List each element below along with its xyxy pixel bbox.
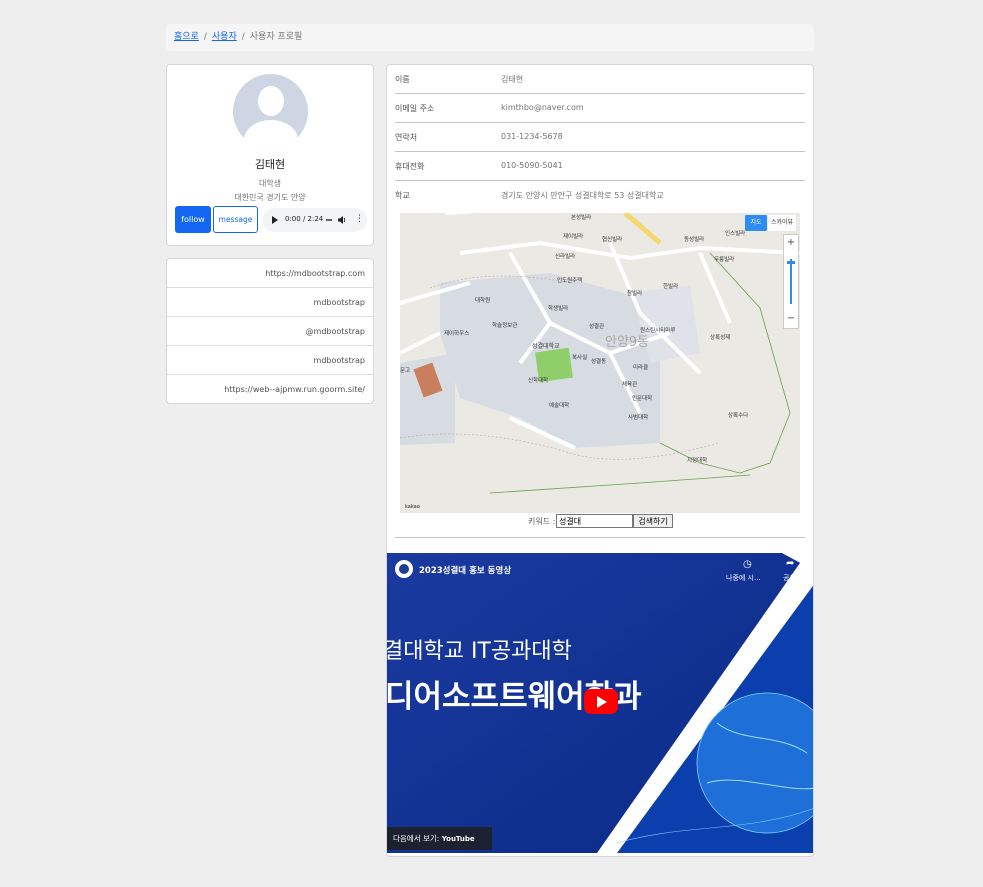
map-label: 지정대학	[687, 458, 708, 464]
map-label: 본성빌라	[571, 215, 592, 221]
watch-on-youtube-button[interactable]: 다음에서 보기: YouTube	[387, 827, 492, 850]
map-label: 상록수다	[728, 413, 749, 419]
breadcrumb-separator: /	[203, 32, 207, 42]
map-type-skyview-button[interactable]: 스카이뷰	[768, 215, 796, 231]
zoom-slider-handle[interactable]	[787, 261, 795, 264]
info-row-email: 이메일 주소 kimthbo@naver.com	[395, 94, 805, 123]
map-label: 협신빌라	[602, 237, 623, 243]
info-label: 연락처	[395, 133, 418, 142]
map-label: 성결대학교	[532, 343, 560, 350]
map-label: 인스빌라	[725, 231, 746, 237]
profile-name: 김태현	[254, 158, 286, 171]
map-label: 대학원	[475, 298, 491, 304]
breadcrumb-separator: /	[241, 32, 245, 42]
map-label: 인도원주택	[557, 278, 583, 284]
zoom-control[interactable]: + −	[783, 234, 799, 329]
map-label: 문고	[400, 368, 411, 374]
map-label: 제이빌라	[563, 234, 584, 240]
share-icon[interactable]: ➦	[786, 558, 794, 569]
more-options-icon[interactable]: ⋮	[355, 214, 364, 224]
avatar	[232, 74, 308, 149]
map-label: 학술정보관	[492, 323, 518, 329]
video-title[interactable]: 2023성결대 홍보 동영상	[419, 564, 511, 576]
info-row-school: 학교 경기도 안양시 만안구 성결대학로 53 성결대학교	[395, 181, 805, 210]
info-card: 이름 김태현 이메일 주소 kimthbo@naver.com 연락처 031-…	[386, 64, 814, 857]
map-label: 상록성제	[710, 335, 731, 341]
youtube-video[interactable]: 2023성결대 홍보 동영상 ◷ 나중에 시... ➦ 공유 결대학교 IT공과…	[387, 553, 813, 853]
map-label: 복사실	[572, 355, 588, 361]
map-label: 신라빌라	[555, 254, 576, 260]
profile-card: 김태현 대학생 대한민국 경기도 안양 follow message 0:00 …	[166, 64, 374, 246]
map-type-map-button[interactable]: 지도	[745, 215, 767, 231]
map-label: 체육관	[622, 382, 638, 388]
map-label: 제이하우스	[444, 331, 470, 337]
map-label: 안양9동	[605, 335, 650, 350]
map-label: 무릉빌라	[714, 257, 735, 263]
keyword-label: 키워드 :	[528, 517, 556, 526]
info-label: 휴대전화	[395, 162, 425, 171]
breadcrumb-current: 사용자 프로필	[249, 32, 303, 42]
keyword-input[interactable]	[556, 514, 633, 528]
info-label: 이메일 주소	[395, 104, 435, 113]
info-row-phone: 연락처 031-1234-5678	[395, 123, 805, 152]
breadcrumb-home-link[interactable]: 홈으로	[174, 32, 199, 42]
info-value: 김태현	[501, 75, 524, 84]
info-value: 010-5090-5041	[501, 161, 563, 170]
map-label: 참빌라	[627, 291, 643, 297]
map-label: 인문대학	[632, 396, 653, 402]
message-button[interactable]: message	[213, 206, 258, 233]
clock-icon[interactable]: ◷	[743, 559, 752, 570]
info-label: 이름	[395, 75, 410, 84]
channel-avatar[interactable]	[395, 560, 413, 578]
youtube-logo: YouTube	[441, 835, 475, 843]
info-row-name: 이름 김태현	[395, 65, 805, 94]
map-label: 성결관	[589, 324, 605, 330]
link-item-instagram[interactable]: mdbootstrap	[167, 346, 373, 375]
profile-location: 대한민국 경기도 안양	[234, 193, 306, 202]
audio-time: 0:00 / 2:24	[285, 215, 324, 223]
audio-player[interactable]: 0:00 / 2:24 ⋮	[263, 208, 367, 232]
search-button[interactable]: 검색하기	[633, 514, 673, 528]
profile-role: 대학생	[258, 179, 282, 188]
info-value: 경기도 안양시 만안구 성결대학로 53 성결대학교	[501, 191, 664, 200]
link-item-github[interactable]: mdbootstrap	[167, 288, 373, 317]
volume-icon[interactable]	[337, 215, 347, 225]
links-card: https://mdbootstrap.com mdbootstrap @mdb…	[166, 258, 374, 404]
link-item-website[interactable]: https://mdbootstrap.com	[167, 259, 373, 288]
link-item-facebook[interactable]: https://web--ajpmw.run.goorm.site/	[167, 375, 373, 404]
map-label: 동성빌라	[684, 237, 705, 243]
map-label: 예술대학	[549, 403, 570, 409]
share-button[interactable]: 공유	[783, 573, 796, 583]
map-label: 한빌라	[663, 284, 679, 290]
breadcrumb-users-link[interactable]: 사용자	[212, 32, 237, 42]
zoom-in-button[interactable]: +	[784, 237, 798, 248]
play-icon[interactable]	[272, 216, 278, 224]
video-text-line1: 결대학교 IT공과대학	[387, 639, 572, 664]
map-label: 학생빌라	[548, 306, 569, 312]
map-label: 사범대학	[628, 415, 649, 421]
map[interactable]: 본성빌라 제이빌라 협신빌라 신라빌라 인도원주택 대학원 제이하우스 학술정보…	[400, 213, 800, 513]
map-label: 신학대학	[528, 378, 549, 384]
audio-progress[interactable]	[326, 219, 332, 221]
map-copyright: kakao	[405, 504, 420, 510]
zoom-out-button[interactable]: −	[784, 313, 798, 324]
map-search: 키워드 : 검색하기	[387, 514, 813, 530]
map-label: 성결동	[591, 359, 607, 365]
watch-on-label: 다음에서 보기:	[393, 834, 440, 843]
info-value: kimthbo@naver.com	[501, 103, 584, 112]
divider	[395, 537, 805, 538]
breadcrumb: 홈으로 / 사용자 / 사용자 프로필	[166, 24, 814, 51]
profile-actions: follow message 0:00 / 2:24 ⋮	[175, 206, 367, 234]
info-row-mobile: 휴대전화 010-5090-5041	[395, 152, 805, 181]
info-value: 031-1234-5678	[501, 132, 563, 141]
link-item-twitter[interactable]: @mdbootstrap	[167, 317, 373, 346]
watch-later-button[interactable]: 나중에 시...	[726, 573, 761, 583]
map-label: 미라클	[633, 365, 649, 371]
zoom-slider[interactable]	[790, 259, 792, 304]
follow-button[interactable]: follow	[175, 206, 211, 233]
youtube-play-icon[interactable]	[584, 689, 618, 714]
info-label: 학교	[395, 191, 410, 200]
